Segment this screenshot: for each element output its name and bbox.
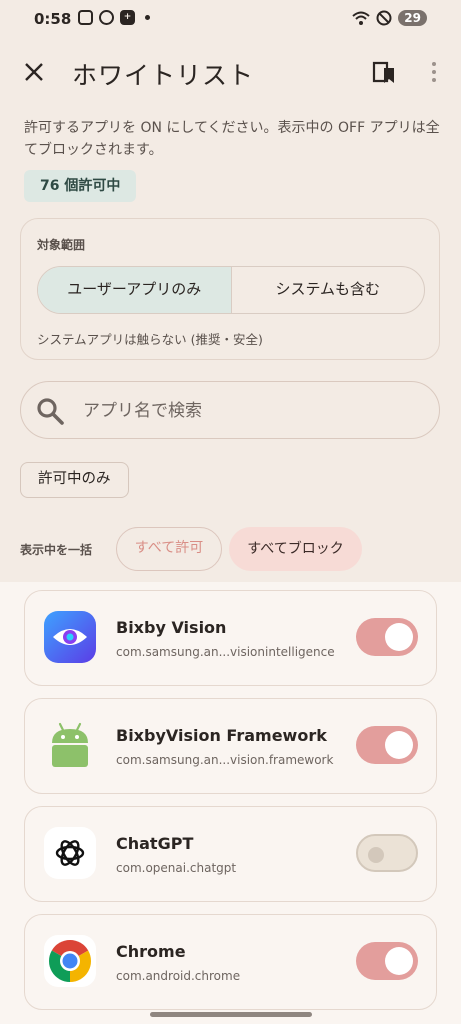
app-name: Chrome [116,942,186,961]
bulk-action-label: 表示中を一括 [20,543,93,557]
scope-segmented-control: ユーザーアプリのみ システムも含む [37,266,425,314]
close-button[interactable] [18,56,50,88]
block-all-button[interactable]: すべてブロック [229,527,362,571]
more-vert-icon [432,62,436,66]
battery-indicator: 29 [398,10,427,26]
system-icons: 29 [352,10,427,26]
bookmark-button[interactable] [370,58,398,86]
app-package: com.android.chrome [116,969,241,983]
app-toggle[interactable] [356,726,418,764]
chatgpt-icon [44,827,96,879]
do-not-disturb-icon [376,10,392,26]
app-row[interactable]: Bixby Vision com.samsung.an...visioninte… [24,590,437,686]
close-icon [25,63,43,81]
scope-label: 対象範囲 [37,238,86,252]
app-package: com.samsung.an...visionintelligence [116,645,335,659]
filter-allowed-only-chip[interactable]: 許可中のみ [20,462,129,498]
scope-card: 対象範囲 ユーザーアプリのみ システムも含む システムアプリは触らない (推奨・… [20,218,440,360]
app-toggle[interactable] [356,942,418,980]
bookmark-icon [372,61,394,83]
app-row[interactable]: BixbyVision Framework com.samsung.an...v… [24,698,437,794]
app-name: Bixby Vision [116,618,227,637]
scope-option-user-apps[interactable]: ユーザーアプリのみ [38,267,231,313]
app-name: ChatGPT [116,834,194,853]
status-bar: 0:58 + 29 [0,0,461,40]
notification-icons: + [78,10,150,25]
screenshot-icon [78,10,93,25]
app-name: BixbyVision Framework [116,726,327,745]
more-notifications-icon [145,15,150,20]
app-toggle[interactable] [356,618,418,656]
search-input[interactable] [81,382,425,439]
bixby-vision-icon [44,611,96,663]
app-package: com.openai.chatgpt [116,861,237,875]
status-time: 0:58 [34,10,72,28]
android-icon [52,722,88,767]
page-title: ホワイトリスト [72,61,255,90]
scope-option-include-system[interactable]: システムも含む [230,267,425,313]
app-row[interactable]: Chrome com.android.chrome [24,914,437,1010]
allow-all-button[interactable]: すべて許可 [116,527,222,571]
app-row[interactable]: ChatGPT com.openai.chatgpt [24,806,437,902]
plus-box-icon: + [120,10,135,25]
more-options-button[interactable] [426,58,442,86]
scope-note: システムアプリは触らない (推奨・安全) [37,332,263,347]
sync-icon [99,10,114,25]
search-icon [37,398,64,425]
app-package: com.samsung.an...vision.framework [116,753,334,767]
allowed-count-badge: 76 個許可中 [24,170,137,202]
search-bar[interactable] [20,381,440,439]
chrome-icon [44,935,96,987]
intro-text: 許可するアプリを ON にしてください。表示中の OFF アプリは全てブロックさ… [24,120,440,158]
wifi-icon [352,11,370,25]
app-toggle[interactable] [356,834,418,872]
home-indicator[interactable] [150,1012,312,1017]
app-bar: ホワイトリスト [0,48,461,96]
